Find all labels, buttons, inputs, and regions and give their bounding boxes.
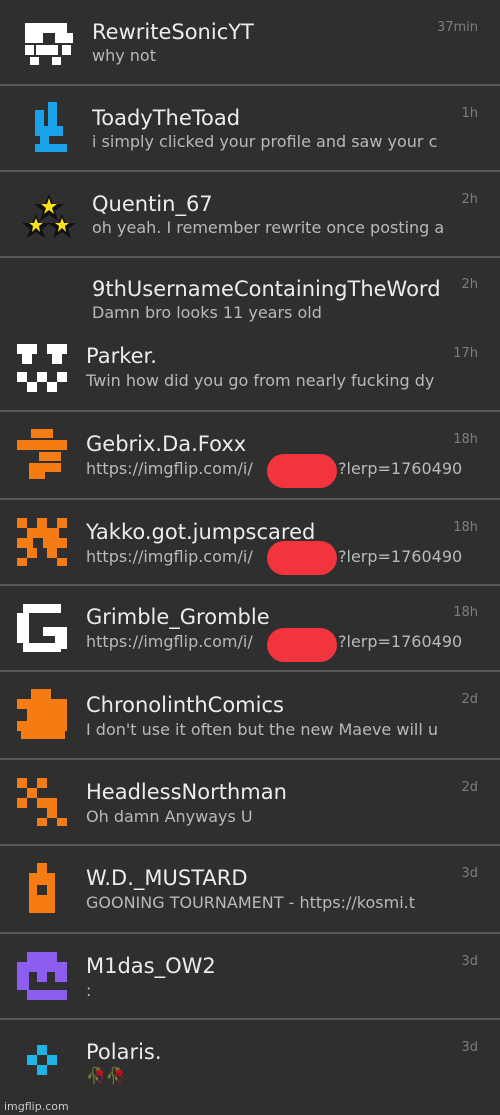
conversation-preview-tail: ?lerp=1760490 [338, 547, 463, 566]
conversation-name: Parker. [86, 344, 157, 368]
conversation-row-gebrix-da-foxx[interactable]: Gebrix.Da.Foxx https://imgflip.com/i/ ?l… [0, 412, 500, 498]
conversation-preview-tail: ?lerp=1760490 [338, 459, 463, 478]
conversation-row-chronolinthcomics[interactable]: ChronolinthComics I don't use it often b… [0, 672, 500, 758]
conversation-name: Yakko.got.jumpscared [86, 520, 316, 544]
conversation-time: 2h [461, 192, 478, 207]
conversation-preview: why not [92, 46, 156, 65]
redaction-mark [267, 541, 337, 575]
conversation-row-wd-mustard[interactable]: W.D._MUSTARD GOONING TOURNAMENT - https:… [0, 846, 500, 932]
conversation-time: 18h [453, 520, 478, 535]
conversation-preview-tail: ?lerp=1760490 [338, 632, 463, 651]
cyan-diamond-avatar-icon [15, 1035, 69, 1089]
conversation-row-parker[interactable]: Parker. Twin how did you go from nearly … [0, 330, 500, 410]
orange-pixel-avatar-icon [15, 687, 69, 741]
conversation-preview: Damn bro looks 11 years old [92, 303, 322, 322]
conversation-time: 3d [461, 954, 478, 969]
conversation-preview: oh yeah. I remember rewrite once posting… [92, 218, 445, 237]
conversation-time: 3d [461, 1040, 478, 1055]
conversation-name: ChronolinthComics [86, 693, 284, 717]
conversation-name: Gebrix.Da.Foxx [86, 432, 247, 456]
white-pixel-avatar-icon [22, 15, 76, 69]
purple-pixel-avatar-icon [15, 948, 69, 1002]
conversation-row-toadythetoad[interactable]: ToadyTheToad i simply clicked your profi… [0, 86, 500, 170]
conversation-time: 18h [453, 432, 478, 447]
conversation-name: M1das_OW2 [86, 954, 216, 978]
conversation-time: 1h [461, 106, 478, 121]
orange-pixel-avatar-icon [15, 514, 69, 568]
conversation-preview: https://imgflip.com/i/ [86, 547, 253, 566]
conversation-name: RewriteSonicYT [92, 20, 254, 44]
conversation-name: 9thUsernameContainingTheWord [92, 277, 441, 301]
conversation-preview: https://imgflip.com/i/ [86, 632, 253, 651]
conversation-name: HeadlessNorthman [86, 780, 287, 804]
conversation-row-grimble-gromble[interactable]: Grimble_Gromble https://imgflip.com/i/ ?… [0, 586, 500, 670]
conversation-name: ToadyTheToad [92, 106, 241, 130]
conversation-preview: I don't use it often but the new Maeve w… [86, 720, 438, 739]
conversation-name: Polaris. [86, 1040, 162, 1064]
conversation-name: W.D._MUSTARD [86, 866, 248, 890]
conversation-preview: https://imgflip.com/i/ [86, 459, 253, 478]
redaction-mark [267, 628, 337, 662]
conversation-time: 2d [461, 780, 478, 795]
conversation-time: 3d [461, 866, 478, 881]
conversation-name: Grimble_Gromble [86, 605, 270, 629]
conversation-preview: i simply clicked your profile and saw yo… [92, 132, 438, 151]
conversation-preview: Twin how did you go from nearly fucking … [86, 371, 435, 390]
conversation-row-yakko-got-jumpscared[interactable]: Yakko.got.jumpscared https://imgflip.com… [0, 500, 500, 584]
conversation-preview: GOONING TOURNAMENT - https://kosmi.t [86, 893, 415, 912]
conversation-name: Quentin_67 [92, 192, 213, 216]
orange-pixel-avatar-icon [15, 427, 69, 481]
conversation-row-9thusername[interactable]: 9thUsernameContainingTheWord Damn bro lo… [0, 258, 500, 330]
imgflip-watermark: imgflip.com [4, 1100, 69, 1113]
orange-bottle-avatar-icon [15, 861, 69, 915]
conversation-row-quentin-67[interactable]: Quentin_67 oh yeah. I remember rewrite o… [0, 172, 500, 256]
blue-pixel-avatar-icon [22, 100, 76, 154]
conversation-preview: Oh damn Anyways U [86, 807, 253, 826]
conversation-time: 18h [453, 605, 478, 620]
orange-pixel-avatar-icon [15, 774, 69, 828]
letter-g-avatar-icon [15, 600, 69, 654]
redaction-mark [267, 454, 337, 488]
conversation-preview: : [86, 981, 92, 1000]
conversation-time: 17h [453, 346, 478, 361]
conversation-row-rewritesonicyt[interactable]: RewriteSonicYT why not 37min [0, 0, 500, 85]
blank-avatar [22, 268, 76, 322]
conversation-row-headlessnorthman[interactable]: HeadlessNorthman Oh damn Anyways U 2d [0, 760, 500, 844]
conversation-time: 37min [436, 20, 478, 35]
conversation-time: 2d [461, 692, 478, 707]
conversation-time: 2h [461, 277, 478, 292]
stars-avatar-icon [22, 186, 76, 240]
conversation-row-polaris[interactable]: Polaris. 🥀🥀 3d [0, 1020, 500, 1104]
conversation-preview: 🥀🥀 [86, 1066, 126, 1085]
white-pixel-avatar-icon [15, 340, 69, 394]
conversation-row-m1das-ow2[interactable]: M1das_OW2 : 3d [0, 934, 500, 1018]
conversation-list-screen: RewriteSonicYT why not 37min ToadyTheToa… [0, 0, 500, 1115]
